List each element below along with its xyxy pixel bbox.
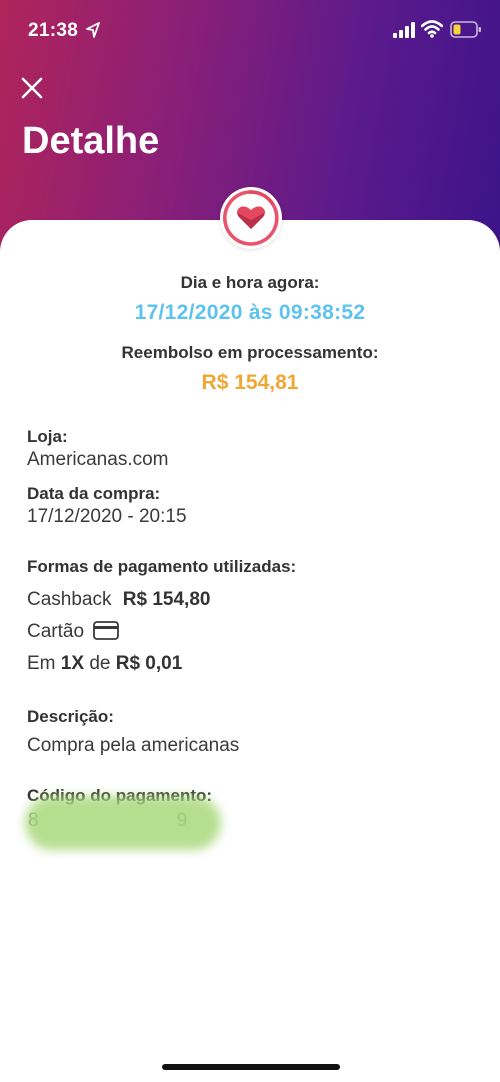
purchase-date-label: Data da compra:	[27, 484, 161, 503]
refund-section: Reembolso em processamento: R$ 154,81	[0, 343, 500, 395]
datetime-section: Dia e hora agora: 17/12/2020 às 09:38:52	[0, 273, 500, 325]
cashback-row: Cashback R$ 154,80	[27, 589, 210, 611]
close-icon[interactable]	[18, 74, 46, 102]
home-indicator[interactable]	[162, 1064, 340, 1070]
status-bar: 21:38	[0, 0, 500, 60]
installments-mid: de	[89, 653, 111, 674]
credit-card-icon	[93, 621, 120, 640]
description-value: Compra pela americanas	[27, 735, 240, 756]
heart-icon	[223, 190, 279, 246]
redaction-mark	[25, 796, 221, 850]
store-label: Loja:	[27, 427, 68, 446]
installments-prefix: Em	[27, 653, 56, 674]
card-row: Cartão	[27, 621, 120, 643]
datetime-label: Dia e hora agora:	[180, 273, 320, 292]
page-title: Detalhe	[22, 120, 160, 162]
purchase-date-value: 17/12/2020 - 20:15	[27, 506, 187, 527]
installments-count: 1X	[60, 653, 85, 674]
installments-value: R$ 0,01	[115, 653, 183, 674]
cashback-label: Cashback	[27, 589, 112, 610]
wifi-icon	[421, 20, 443, 38]
store-value: Americanas.com	[27, 449, 169, 470]
battery-icon	[450, 21, 481, 38]
description-label: Descrição:	[27, 707, 114, 726]
payment-methods-label: Formas de pagamento utilizadas:	[27, 557, 297, 576]
cashback-value: R$ 154,80	[122, 589, 211, 610]
installments-row: Em 1X de R$ 0,01	[27, 653, 182, 675]
location-arrow-icon	[86, 22, 100, 38]
cellular-signal-icon	[393, 22, 415, 38]
datetime-value: 17/12/2020 às 09:38:52	[134, 301, 366, 324]
refund-label: Reembolso em processamento:	[121, 343, 379, 362]
status-time: 21:38	[28, 20, 79, 41]
card-label: Cartão	[27, 621, 85, 642]
refund-value: R$ 154,81	[201, 371, 299, 394]
heart-badge	[220, 187, 282, 249]
